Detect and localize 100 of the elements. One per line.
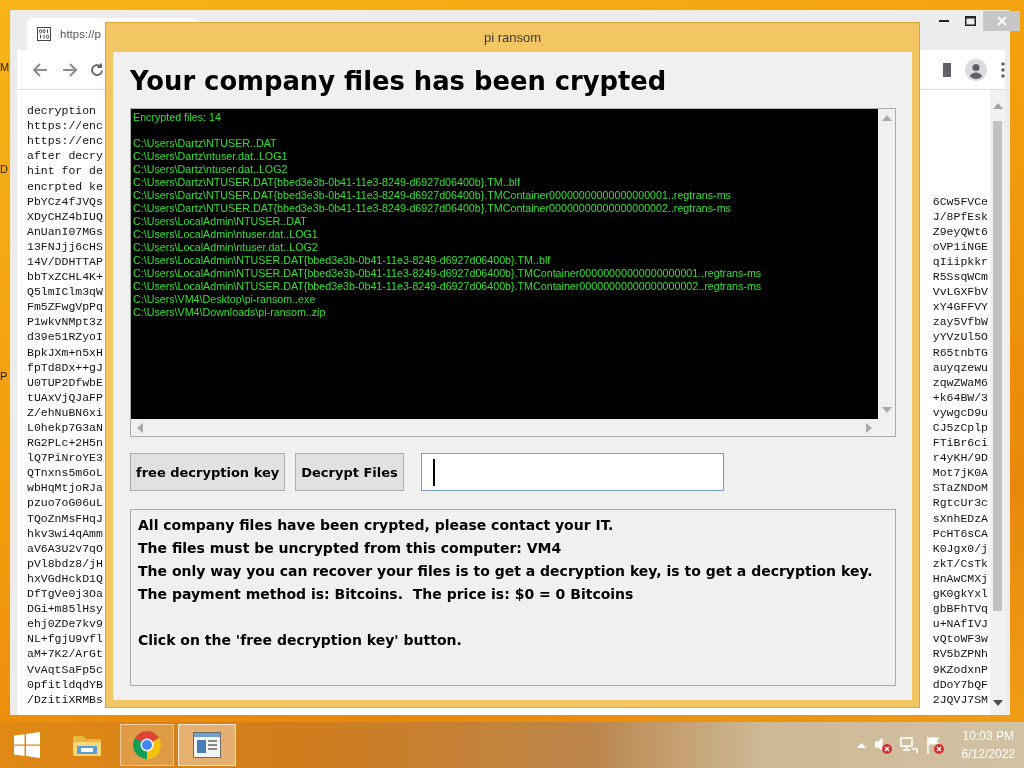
dialog-button[interactable]: Decrypt Files	[295, 453, 404, 491]
page-text: K0Jgx0/j	[932, 540, 988, 556]
page-text: NL+fgjU9vfl	[27, 631, 103, 647]
page-text: VvLGXFbV	[932, 284, 988, 300]
page-text: Z/ehNuBN6xi	[27, 404, 103, 420]
page-text: zqwZWaM6	[932, 374, 988, 390]
menu-icon[interactable]	[1001, 61, 1005, 78]
log-line: C:\Users\LocalAdmin\NTUSER.DAT{bbed3e3b-0b41-11e3-8249-d6927d06400b}.TMContainer00000000000000000001..regtrans-ms	[133, 267, 763, 280]
text-cursor-icon	[432, 458, 435, 486]
page-text: u+NAfIVJ	[932, 616, 988, 632]
page-text: R65tnbTG	[932, 344, 988, 360]
scroll-down-icon[interactable]	[992, 700, 1003, 706]
page-text: 14V/DDHTTAP	[27, 254, 103, 269]
page-text: dDoY7bQF	[932, 676, 988, 692]
page-text: auyqzewu	[932, 359, 988, 375]
page-text: pVl8bdz8/jH	[27, 555, 103, 571]
speaker-muted-icon[interactable]	[873, 736, 892, 754]
scrollbar-thumb[interactable]	[993, 121, 1002, 611]
page-text: fpTd8Dx++gJ	[27, 359, 103, 375]
page-text: r4yKH/9D	[932, 450, 988, 466]
page-text: encrpted ke	[27, 178, 103, 194]
avatar-icon[interactable]	[965, 58, 987, 81]
dialog-button[interactable]: free decryption key	[130, 453, 286, 491]
page-text: https://enc	[27, 118, 103, 134]
page-text: decryption	[27, 103, 96, 119]
flag-alert-icon[interactable]	[925, 736, 944, 754]
key-input[interactable]	[420, 453, 724, 491]
page-text: https://enc	[27, 133, 103, 149]
taskbar-app-button[interactable]	[120, 724, 174, 766]
tab-title: https://p	[60, 28, 101, 40]
page-text: qIiipkkr	[932, 254, 988, 269]
page-text: PbYCz4fJVQs	[27, 193, 103, 209]
page-text: hkv3wi4qAmm	[27, 525, 103, 541]
page-text: 0pfitldqdYB	[27, 676, 103, 692]
square-icon[interactable]	[943, 62, 951, 77]
page-text: RV5bZPNh	[932, 646, 988, 662]
page-text: RG2PLc+2H5n	[27, 435, 103, 451]
back-arrow-icon	[32, 61, 48, 78]
page-text: bbTxZCHL4K+	[27, 269, 103, 285]
page-text: hint for de	[27, 163, 103, 179]
page-text: vQtoWF3w	[932, 631, 988, 647]
page-text: hxVGdHckD1Q	[27, 570, 103, 586]
message-text: The files must be uncrypted from this computer: VM4	[138, 539, 563, 558]
page-text: lQ7PiNroYE3	[27, 450, 103, 466]
desktop-icon-label: M	[0, 61, 10, 74]
maximize-icon	[964, 16, 976, 26]
minimize-icon	[939, 20, 949, 22]
log-line: C:\Users\Dartz\NTUSER.DAT{bbed3e3b-0b41-11e3-8249-d6927d06400b}.TMContainer00000000000000000002..regtrans-ms	[133, 202, 732, 215]
page-text: PcHT6sCA	[932, 525, 988, 541]
log-line: C:\Users\LocalAdmin\NTUSER..DAT	[133, 215, 308, 228]
page-text: J/8PfEsk	[932, 208, 988, 224]
page-text: +k64BW/3	[932, 389, 988, 405]
vertical-scrollbar[interactable]	[990, 90, 1005, 715]
scroll-up-icon[interactable]	[881, 115, 892, 121]
message-text: All company files have been crypted, please contact your IT.	[138, 516, 615, 535]
forward-button[interactable]	[62, 61, 78, 78]
log-line: C:\Users\VM4\Downloads\pi-ransom..zip	[133, 306, 327, 319]
heading: Your company files has been crypted	[130, 65, 668, 98]
message-text: Click on the 'free decryption key' button.	[138, 631, 463, 650]
page-text: STaZNDoM	[932, 480, 988, 496]
log-line: C:\Users\Dartz\NTUSER..DAT	[133, 137, 278, 150]
desktop-icon-label: P	[0, 370, 8, 383]
page-text: sXnhEDzA	[932, 510, 988, 526]
page-text: U0TUP2DfwbE	[27, 374, 103, 390]
browser-logo-icon	[133, 731, 161, 759]
taskbar-app-button[interactable]	[178, 724, 236, 766]
page-text: Q5lmIClm3qW	[27, 284, 103, 300]
network-icon[interactable]	[899, 736, 918, 754]
scroll-right-icon[interactable]	[866, 422, 872, 433]
reload-button[interactable]	[90, 62, 104, 77]
back-button[interactable]	[32, 61, 48, 78]
desktop-icon-label: D	[0, 163, 8, 176]
caret-up-icon[interactable]	[856, 742, 866, 748]
page-text: P1wkvNMpt3z	[27, 314, 103, 330]
page-text: VvAqtSaFp5c	[27, 661, 103, 677]
log-line: C:\Users\Dartz\ntuser.dat..LOG2	[133, 163, 289, 176]
message-text: The payment method is: Bitcoins. The price is: $0 = 0 Bitcoins	[138, 585, 635, 604]
page-text: FTiBr6ci	[932, 435, 988, 451]
message-text: The only way you can recover your files is to get a decryption key, is to get a decryption key.	[138, 562, 874, 581]
page-text: AnUanI07MGs	[27, 223, 103, 239]
scroll-up-icon[interactable]	[992, 103, 1003, 109]
page-text: XDyCHZ4bIUQ	[27, 208, 103, 224]
app-window-icon	[193, 732, 221, 758]
log-line: C:\Users\LocalAdmin\ntuser.dat..LOG1	[133, 228, 319, 241]
page-text: Z9eyQWt6	[932, 223, 988, 239]
page-text: DfTgVe0j3Oa	[27, 586, 103, 602]
page-text: 6Cw5FVCe	[932, 193, 988, 209]
page-text: TQoZnMsFHqJ	[27, 510, 103, 526]
page-text: 13FNJjj6cHS	[27, 238, 103, 254]
page-text: wbHqMtjoRJa	[27, 480, 103, 496]
page-text: pzuo7oG06uL	[27, 495, 103, 511]
log-line: C:\Users\LocalAdmin\NTUSER.DAT{bbed3e3b-0b41-11e3-8249-d6927d06400b}.TM..blf	[133, 254, 552, 267]
page-text: aV6A3U2v7qO	[27, 540, 103, 556]
page-text: 2JQVJ7SM	[932, 691, 988, 707]
log-line: C:\Users\LocalAdmin\ntuser.dat..LOG2	[133, 241, 319, 254]
log-line: C:\Users\VM4\Desktop\pi-ransom..exe	[133, 293, 317, 306]
page-text: DGi+m85lHsy	[27, 601, 103, 617]
scroll-left-icon[interactable]	[137, 422, 143, 433]
log-line: C:\Users\Dartz\NTUSER.DAT{bbed3e3b-0b41-11e3-8249-d6927d06400b}.TM..blf	[133, 176, 521, 189]
page-text: QTnxns5m6oL	[27, 465, 103, 481]
